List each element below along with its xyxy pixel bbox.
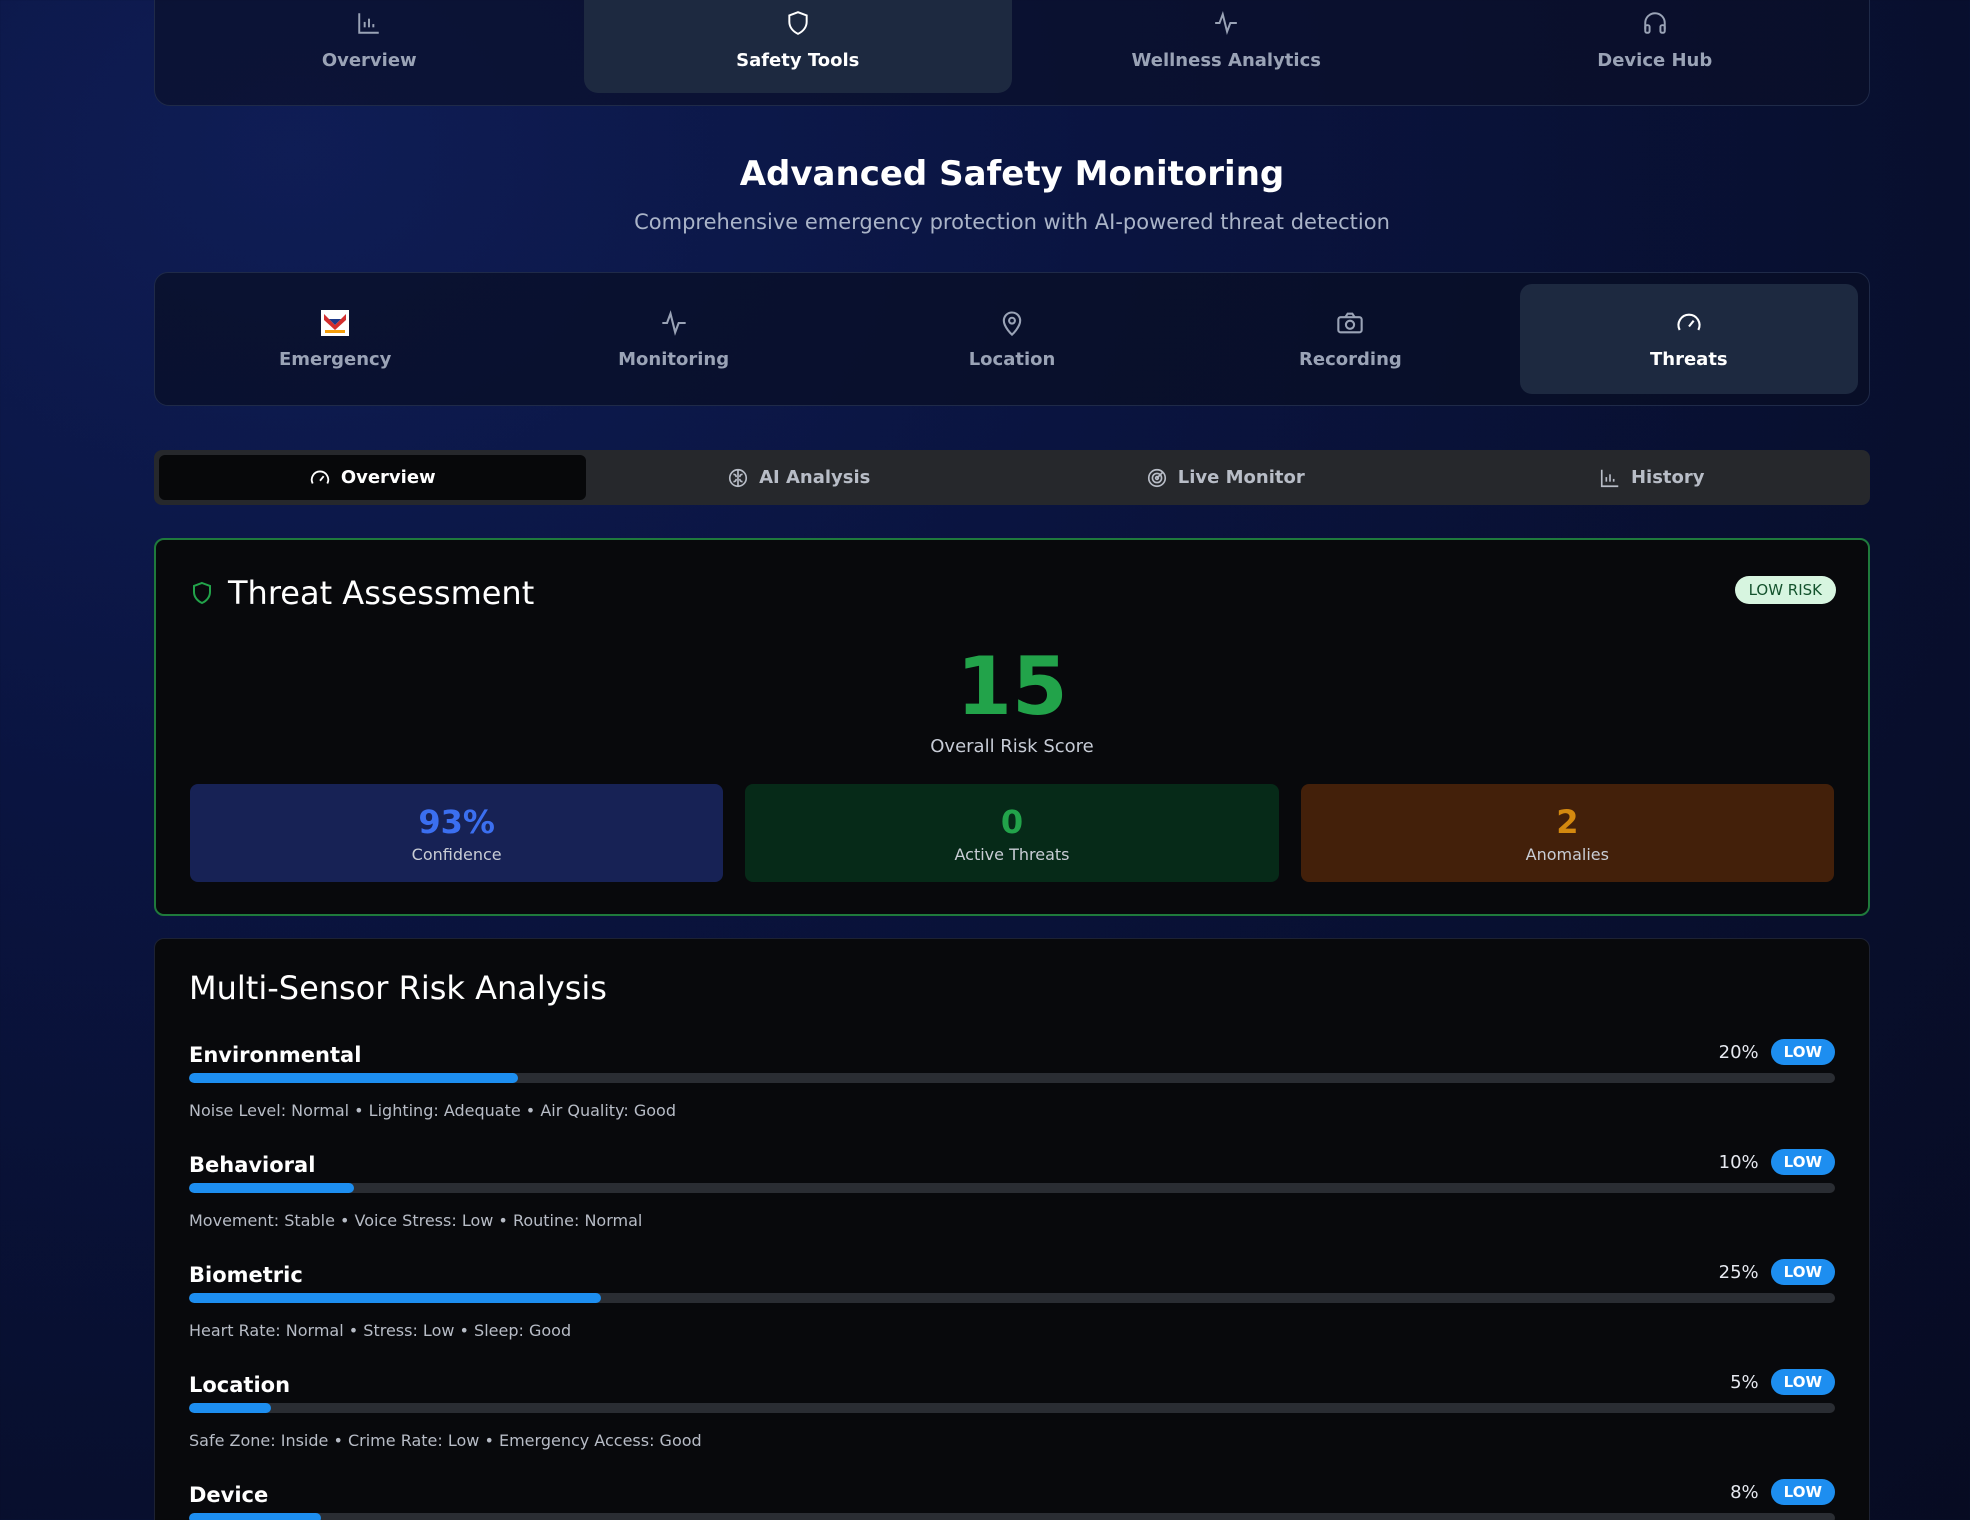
tool-tab-recording[interactable]: Recording xyxy=(1181,284,1519,394)
radar-icon xyxy=(1147,468,1166,487)
sub-tab-label: History xyxy=(1630,467,1705,488)
sub-tab-overview[interactable]: Overview xyxy=(159,455,586,500)
sensor-percent: 25% xyxy=(1718,1261,1759,1283)
stat-value: 93% xyxy=(418,802,495,841)
sensor-name: Biometric xyxy=(189,1263,303,1287)
risk-level-badge: LOW RISK xyxy=(1734,576,1836,604)
sensor-row-biometric: Biometric 25% LOW Heart Rate: Normal • St… xyxy=(189,1259,1835,1363)
sensor-level-badge: LOW xyxy=(1770,1479,1835,1505)
shield-icon xyxy=(788,11,808,35)
safety-tool-tabs: Emergency Monitoring Location Recording … xyxy=(154,272,1870,406)
threat-stats: 93% Confidence 0 Active Threats 2 Anomal… xyxy=(190,784,1834,882)
sensor-progress-track xyxy=(189,1073,1835,1083)
sensor-progress-fill xyxy=(189,1293,601,1303)
shield-icon xyxy=(193,581,211,605)
page-title: Advanced Safety Monitoring xyxy=(739,154,1285,194)
sensor-name: Behavioral xyxy=(189,1153,316,1177)
top-nav-label: Overview xyxy=(321,50,417,71)
top-nav-label: Safety Tools xyxy=(736,50,860,71)
sensor-details: Movement: Stable • Voice Stress: Low • R… xyxy=(189,1211,643,1230)
tool-tab-label: Monitoring xyxy=(618,348,730,370)
sensor-progress-track xyxy=(189,1403,1835,1413)
sub-tab-label: AI Analysis xyxy=(759,467,871,488)
map-pin-icon xyxy=(1002,311,1022,336)
sensor-level-badge: LOW xyxy=(1770,1149,1835,1175)
tool-tab-label: Location xyxy=(968,348,1056,370)
overall-risk-score-label: Overall Risk Score xyxy=(930,736,1094,757)
sub-tab-label: Live Monitor xyxy=(1177,467,1305,488)
stat-label: Active Threats xyxy=(954,844,1070,864)
stat-label: Confidence xyxy=(411,844,502,864)
camera-icon xyxy=(1337,312,1364,333)
sensor-details: Heart Rate: Normal • Stress: Low • Sleep… xyxy=(189,1321,572,1340)
sensor-name: Location xyxy=(189,1373,291,1397)
bar-chart-icon xyxy=(1600,469,1619,487)
tool-tab-label: Recording xyxy=(1299,348,1402,370)
top-nav-tab-safety-tools[interactable]: Safety Tools xyxy=(583,0,1012,93)
activity-icon xyxy=(661,309,686,336)
multi-sensor-risk-card: Multi-Sensor Risk Analysis Environmental… xyxy=(154,938,1870,1520)
page-subtitle: Comprehensive emergency protection with … xyxy=(634,210,1390,234)
stat-label: Anomalies xyxy=(1525,844,1609,864)
emergency-image-icon xyxy=(321,309,350,337)
sensor-row-device: Device 8% LOW xyxy=(189,1479,1835,1520)
sensor-row-location: Location 5% LOW Safe Zone: Inside • Crime… xyxy=(189,1369,1835,1473)
sensor-progress-fill xyxy=(189,1183,354,1193)
tool-tab-threats[interactable]: Threats xyxy=(1519,284,1859,394)
sensor-progress-track xyxy=(189,1293,1835,1303)
sensor-level-badge: LOW xyxy=(1770,1039,1835,1065)
tool-tab-emergency[interactable]: Emergency xyxy=(166,284,504,394)
sensor-percent: 8% xyxy=(1730,1481,1759,1503)
sensor-details: Safe Zone: Inside • Crime Rate: Low • Em… xyxy=(189,1431,702,1450)
sensor-level-badge: LOW xyxy=(1770,1369,1835,1395)
sensor-percent: 20% xyxy=(1718,1041,1759,1063)
gauge-icon xyxy=(310,470,329,484)
threat-card-header: Threat Assessment xyxy=(190,574,534,612)
sensor-percent: 5% xyxy=(1730,1371,1759,1393)
sub-tab-history[interactable]: History xyxy=(1439,455,1866,500)
sensor-percent: 10% xyxy=(1718,1151,1759,1173)
overall-risk-score: 15 xyxy=(956,640,1068,733)
top-nav-label: Device Hub xyxy=(1597,50,1713,71)
sensor-card-title: Multi-Sensor Risk Analysis xyxy=(189,969,607,1007)
top-nav-tab-overview[interactable]: Overview xyxy=(155,0,584,93)
bar-chart-icon xyxy=(358,13,379,34)
tool-tab-label: Emergency xyxy=(278,348,392,370)
headphones-icon xyxy=(1644,12,1666,34)
threat-assessment-card: Threat Assessment LOW RISK 15 Overall Ri… xyxy=(154,538,1870,916)
tool-tab-label: Threats xyxy=(1650,348,1728,370)
stat-value: 0 xyxy=(1000,802,1024,841)
sensor-row-behavioral: Behavioral 10% LOW Movement: Stable • Voi… xyxy=(189,1149,1835,1253)
sub-tab-ai-analysis[interactable]: AI Analysis xyxy=(586,455,1013,500)
sub-tab-label: Overview xyxy=(340,467,436,488)
confidence-stat: 93% Confidence xyxy=(190,784,724,882)
sensor-level-badge: LOW xyxy=(1770,1259,1835,1285)
tool-tab-monitoring[interactable]: Monitoring xyxy=(504,284,842,394)
sensor-progress-fill xyxy=(189,1513,321,1520)
top-nav: Overview Safety Tools Wellness Analytics… xyxy=(154,0,1870,106)
threat-sub-tabs: Overview AI Analysis Live Monitor Histor… xyxy=(154,450,1870,505)
sensor-name: Device xyxy=(189,1483,269,1507)
sensor-progress-fill xyxy=(189,1073,519,1083)
threat-card-title: Threat Assessment xyxy=(228,574,535,612)
sensor-progress-fill xyxy=(189,1403,272,1413)
sensor-progress-track xyxy=(189,1513,1835,1520)
top-nav-label: Wellness Analytics xyxy=(1131,50,1321,71)
tool-tab-location[interactable]: Location xyxy=(843,284,1181,394)
top-nav-tab-device-hub[interactable]: Device Hub xyxy=(1441,0,1870,93)
activity-icon xyxy=(1215,11,1238,35)
anomalies-stat: 2 Anomalies xyxy=(1300,784,1834,882)
sensor-details: Noise Level: Normal • Lighting: Adequate… xyxy=(189,1101,676,1120)
sensor-name: Environmental xyxy=(189,1043,362,1067)
active-threats-stat: 0 Active Threats xyxy=(745,784,1279,882)
top-nav-tab-wellness-analytics[interactable]: Wellness Analytics xyxy=(1012,0,1441,93)
sensor-progress-track xyxy=(189,1183,1835,1193)
sensor-row-environmental: Environmental 20% LOW Noise Level: Normal… xyxy=(189,1039,1835,1143)
gauge-icon xyxy=(1677,313,1701,330)
brain-icon xyxy=(729,468,748,487)
stat-value: 2 xyxy=(1556,802,1579,841)
sub-tab-live-monitor[interactable]: Live Monitor xyxy=(1012,455,1439,500)
